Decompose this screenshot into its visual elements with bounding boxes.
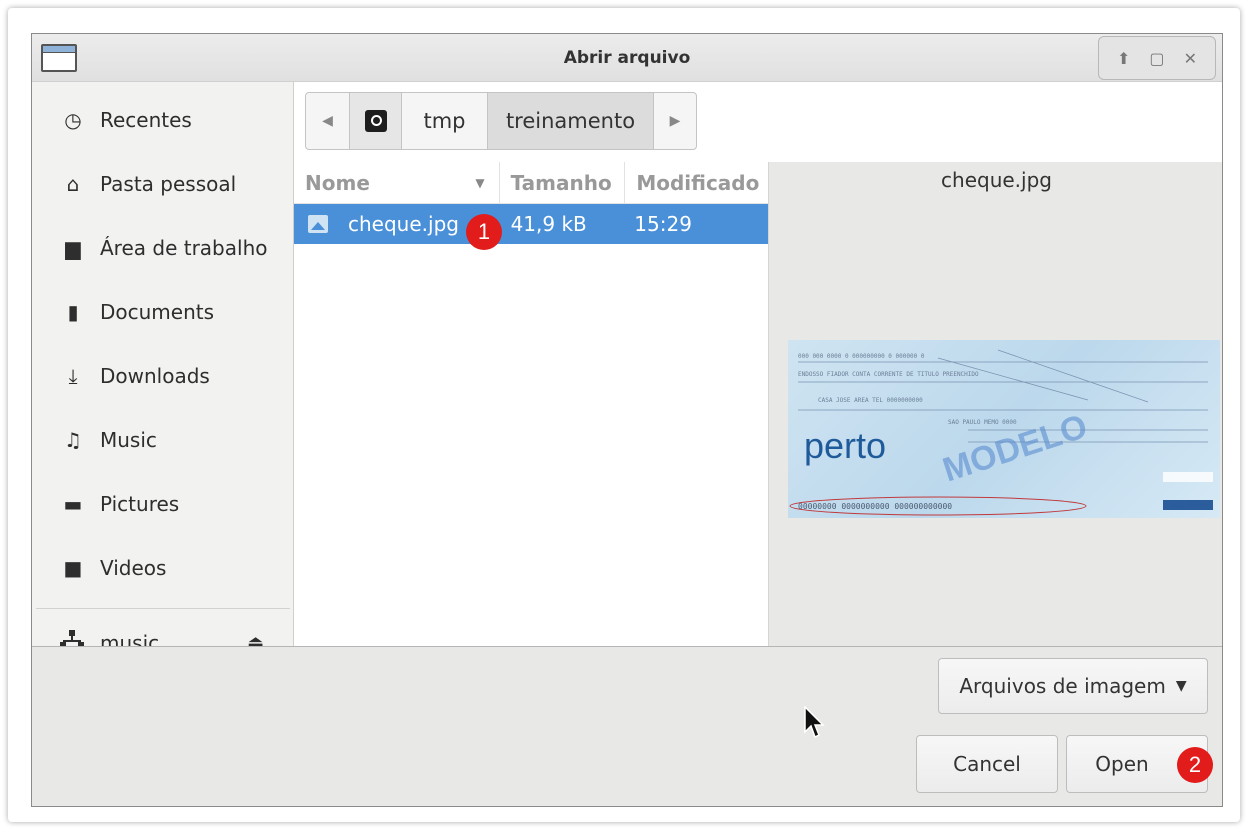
sidebar-item-label: Pictures: [100, 492, 180, 516]
music-icon: ♫: [64, 428, 82, 452]
eject-icon[interactable]: ⏏: [247, 632, 264, 647]
sidebar-item-music[interactable]: ♫ Music: [32, 412, 293, 468]
clock-icon: ◷: [64, 108, 82, 132]
title-bar: Abrir arquivo ⬆ ▢ ✕: [32, 34, 1222, 82]
path-forward-button[interactable]: ▶: [654, 93, 696, 149]
sort-down-icon: ▼: [475, 176, 485, 190]
column-header-size[interactable]: Tamanho: [500, 162, 626, 204]
image-file-icon: [308, 215, 328, 233]
network-icon: [60, 630, 86, 647]
preview-pane: cheque.jpg 000 000 0000 0 000000000 0 00…: [769, 162, 1222, 647]
sidebar-item-network-music[interactable]: music ⏏: [60, 630, 290, 647]
svg-text:CASA JOSE AREA TEL 000000000: CASA JOSE AREA TEL 0000000000: [818, 397, 923, 404]
cancel-button[interactable]: Cancel: [916, 735, 1058, 793]
sidebar-item-area-de-trabalho[interactable]: ▆ Área de trabalho: [32, 220, 293, 276]
path-root-button[interactable]: [350, 93, 402, 149]
sidebar-item-label: Downloads: [100, 364, 210, 388]
home-icon: ⌂: [66, 172, 80, 196]
path-segment-tmp[interactable]: tmp: [402, 93, 488, 149]
file-type-filter-dropdown[interactable]: Arquivos de imagem ▼: [938, 658, 1208, 714]
path-segment-treinamento[interactable]: treinamento: [488, 93, 654, 149]
disk-icon: [364, 110, 387, 132]
file-list-header: Nome ▼ Tamanho Modificado: [294, 162, 768, 204]
sidebar-item-videos[interactable]: ■ Videos: [32, 540, 293, 596]
path-bar-area: ◀ tmp treinamento ▶: [294, 82, 1222, 162]
file-name: cheque.jpg: [348, 212, 459, 236]
svg-text:00000000 0000000000 00000000: 00000000 0000000000 000000000000: [798, 502, 952, 511]
sidebar-item-label: Área de trabalho: [100, 236, 268, 260]
sidebar-item-pasta-pessoal[interactable]: ⌂ Pasta pessoal: [32, 156, 293, 212]
desktop-icon: ▆: [65, 236, 81, 260]
window-controls: ⬆ ▢ ✕: [1098, 36, 1216, 80]
file-chooser-dialog: Abrir arquivo ⬆ ▢ ✕ ◷ Recentes ⌂ Pasta p…: [31, 33, 1223, 807]
chevron-down-icon: ▼: [1175, 678, 1187, 694]
column-header-modified[interactable]: Modificado: [625, 162, 768, 204]
window-title: Abrir arquivo: [563, 48, 691, 68]
svg-text:000 000 0000 0 000000000: 000 000 0000 0 000000000 0 000000 0: [798, 353, 925, 360]
path-bar: ◀ tmp treinamento ▶: [305, 92, 697, 150]
filter-label: Arquivos de imagem: [959, 674, 1166, 698]
sidebar-item-label: Music: [100, 428, 157, 452]
sidebar-item-documents[interactable]: ▮ Documents: [32, 284, 293, 340]
sidebar-item-recentes[interactable]: ◷ Recentes: [32, 92, 293, 148]
download-icon: ⤓: [68, 364, 78, 388]
file-modified: 15:29: [634, 212, 692, 236]
column-header-name[interactable]: Nome ▼: [294, 162, 500, 204]
sidebar-item-label: Documents: [100, 300, 215, 324]
shade-up-icon[interactable]: ⬆: [1113, 49, 1135, 68]
sidebar-divider: [36, 608, 290, 609]
cheque-preview-image: 000 000 0000 0 000000000 0 000000 0 ENDO…: [788, 340, 1220, 518]
video-icon: ■: [63, 556, 83, 580]
picture-icon: ▬: [63, 492, 83, 516]
sidebar-item-label: Pasta pessoal: [100, 172, 237, 196]
sidebar-item-pictures[interactable]: ▬ Pictures: [32, 476, 293, 532]
bottom-divider: [32, 646, 1222, 647]
path-back-button[interactable]: ◀: [306, 93, 350, 149]
places-sidebar: ◷ Recentes ⌂ Pasta pessoal ▆ Área de tra…: [32, 82, 294, 647]
mouse-cursor-icon: [803, 705, 825, 744]
column-label: Nome: [305, 171, 370, 195]
preview-filename: cheque.jpg: [941, 168, 1052, 192]
file-list: Nome ▼ Tamanho Modificado cheque.jpg 1 4…: [294, 162, 769, 647]
open-button-label: Open: [1095, 752, 1149, 776]
svg-text:ENDOSSO FIADOR CONTA CORRENTE: ENDOSSO FIADOR CONTA CORRENTE DE TITULO …: [798, 371, 979, 378]
cheque-logo: perto: [804, 425, 886, 466]
maximize-icon[interactable]: ▢: [1146, 49, 1168, 68]
sidebar-item-downloads[interactable]: ⤓ Downloads: [32, 348, 293, 404]
file-size: 41,9 kB: [510, 212, 587, 236]
document-icon: ▮: [67, 300, 79, 324]
step-1-badge: 1: [466, 214, 502, 250]
step-2-badge: 2: [1177, 747, 1213, 783]
file-name-cell: cheque.jpg 1: [294, 212, 502, 250]
svg-text:SAO PAULO MEMO 0000: SAO PAULO MEMO 0000: [948, 419, 1017, 426]
sidebar-item-label: Recentes: [100, 108, 192, 132]
sidebar-item-label: Videos: [100, 556, 167, 580]
file-row-selected[interactable]: cheque.jpg 1 41,9 kB 15:29: [294, 204, 768, 250]
close-icon[interactable]: ✕: [1179, 49, 1201, 68]
sidebar-item-label: music: [100, 630, 160, 648]
